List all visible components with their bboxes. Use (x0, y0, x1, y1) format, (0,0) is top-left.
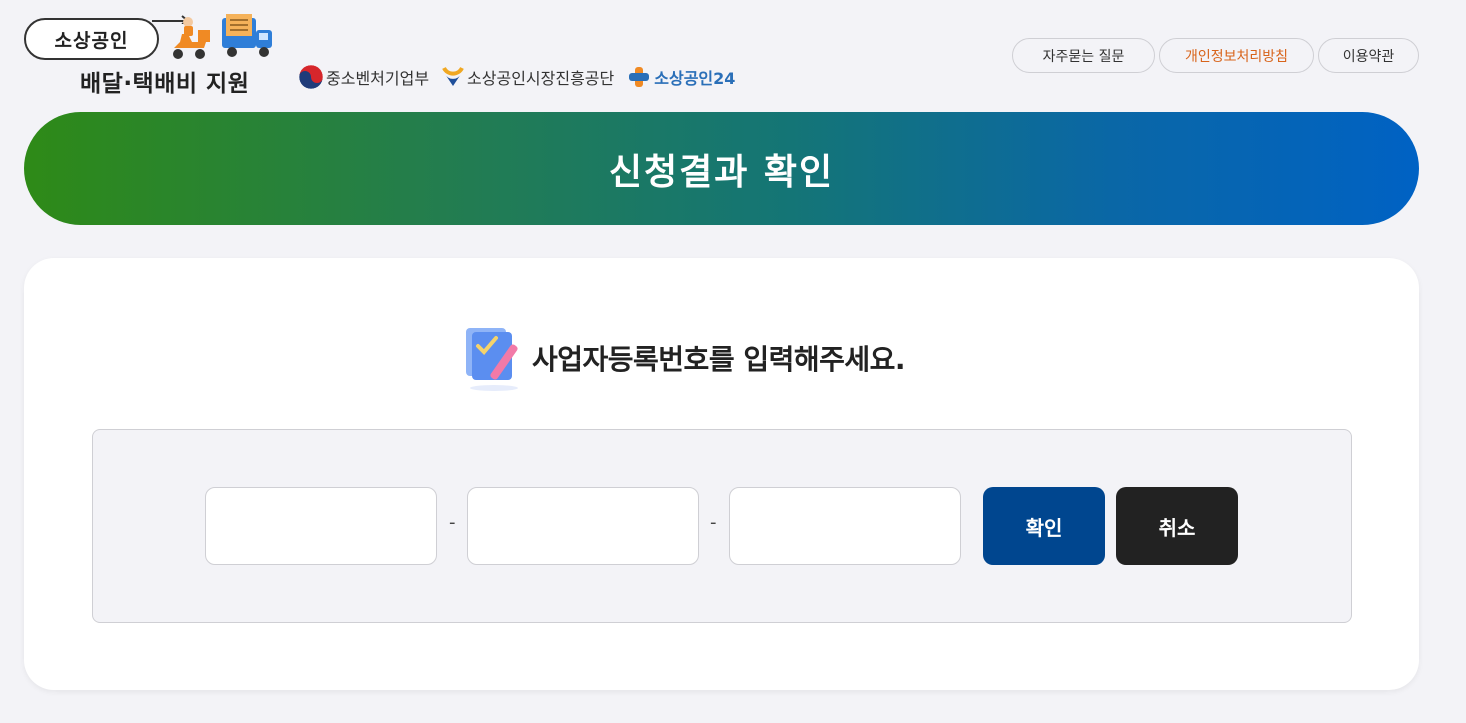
agency-label: 소상공인시장진흥공단 (467, 69, 615, 88)
logo-title: 배달·택배비 지원 (80, 71, 250, 97)
korea-taegeuk-icon (298, 64, 324, 90)
cancel-button[interactable]: 취소 (1116, 487, 1238, 565)
lookup-card: 사업자등록번호를 입력해주세요. - - 확인 취소 (24, 258, 1419, 690)
sbiz24-logo-icon (629, 67, 650, 87)
checklist-pencil-icon (466, 328, 518, 391)
agency-label: 중소벤처기업부 (326, 69, 430, 88)
business-number-part2-input[interactable] (467, 487, 699, 565)
agency-logos: 중소벤처기업부 소상공인시장진흥공단 소상공인24 (298, 62, 747, 92)
top-links: 자주묻는 질문 개인정보처리방침 이용약관 (1008, 38, 1419, 73)
terms-link[interactable]: 이용약관 (1318, 38, 1419, 73)
prompt: 사업자등록번호를 입력해주세요. (460, 322, 906, 394)
semas-logo-icon (442, 66, 464, 86)
agency-semas[interactable]: 소상공인시장진흥공단 (441, 64, 614, 90)
prompt-text: 사업자등록번호를 입력해주세요. (532, 343, 906, 376)
page-title: 신청결과 확인 (608, 151, 835, 193)
page-banner: 신청결과 확인 (24, 112, 1419, 225)
delivery-truck-icon (173, 14, 272, 59)
header: 소상공인 배달·택배비 지원 중소벤처기업부 소상공인시장진흥공단 소상공인24… (0, 0, 1466, 100)
agency-mss[interactable]: 중소벤처기업부 (298, 64, 429, 90)
faq-link[interactable]: 자주묻는 질문 (1012, 38, 1155, 73)
agency-sbiz24[interactable]: 소상공인24 (626, 64, 735, 90)
confirm-button[interactable]: 확인 (983, 487, 1105, 565)
agency-label: 소상공인24 (654, 69, 736, 88)
business-number-part1-input[interactable] (205, 487, 437, 565)
logo-pill: 소상공인 (24, 18, 159, 60)
business-number-part3-input[interactable] (729, 487, 961, 565)
privacy-policy-link[interactable]: 개인정보처리방침 (1159, 38, 1314, 73)
separator: - (710, 512, 717, 533)
separator: - (449, 512, 456, 533)
business-number-form: - - 확인 취소 (92, 429, 1352, 623)
site-logo[interactable]: 소상공인 배달·택배비 지원 (24, 12, 279, 97)
